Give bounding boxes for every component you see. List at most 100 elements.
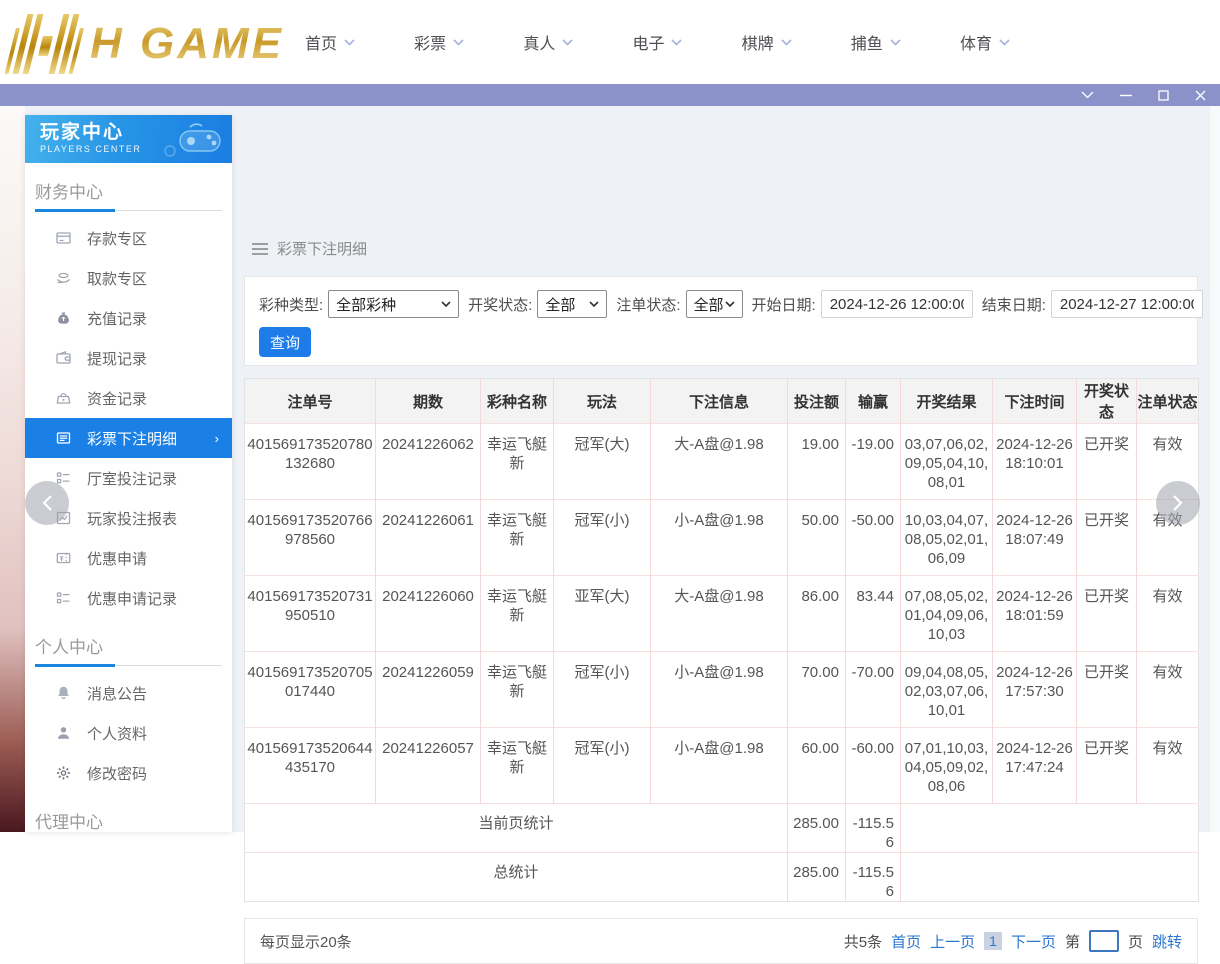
col-header: 开奖状态 <box>1076 378 1137 424</box>
sidebar-item-label: 资金记录 <box>87 390 148 408</box>
order-status-label: 注单状态: <box>616 296 681 314</box>
password-icon <box>54 765 72 781</box>
sidebar-item-promo-apply-record[interactable]: 优惠申请记录 <box>25 578 232 618</box>
summary-label: 当前页统计 <box>478 815 554 832</box>
nav-label: 捕鱼 <box>850 36 883 53</box>
cell-period: 20241226059 <box>375 651 481 728</box>
cell-bet-amount: 50.00 <box>787 499 846 576</box>
col-header: 下注时间 <box>992 378 1077 424</box>
logo-bars-icon <box>4 14 88 74</box>
window-maximize-icon[interactable] <box>1158 89 1169 101</box>
cell-bet-amount: 86.00 <box>787 575 846 652</box>
table-row: 401569173520705017440 20241226059 幸运飞艇新 … <box>244 651 1199 728</box>
nav-item-slots[interactable]: 电子 <box>632 30 683 54</box>
col-header: 玩法 <box>553 378 651 424</box>
sidebar-item-recharge-record[interactable]: 充值记录 <box>25 298 232 338</box>
order-status-select[interactable]: 全部 <box>685 290 743 318</box>
nav-item-fishing[interactable]: 捕鱼 <box>851 30 901 54</box>
sidebar-item-label: 彩票下注明细 <box>87 430 178 448</box>
chevron-right-icon: › <box>214 430 219 446</box>
next-page-link[interactable]: 下一页 <box>1011 931 1056 952</box>
col-header: 彩种名称 <box>480 378 554 424</box>
app-area: 玩家中心 PLAYERS CENTER 财务中心 存款专区 取款专区 充值记录 … <box>0 106 1220 964</box>
end-date-input[interactable] <box>1050 290 1203 318</box>
sidebar-item-label: 充值记录 <box>87 310 148 328</box>
nav-label: 棋牌 <box>741 36 774 53</box>
col-header: 下注信息 <box>650 378 788 424</box>
sidebar-item-funds-record[interactable]: 资金记录 <box>25 378 232 418</box>
cell-winloss: -70.00 <box>845 651 901 728</box>
table-header-row: 注单号 期数 彩种名称 玩法 下注信息 投注额 输赢 开奖结果 下注时间 开奖状… <box>244 378 1199 424</box>
bets-table: 注单号 期数 彩种名称 玩法 下注信息 投注额 输赢 开奖结果 下注时间 开奖状… <box>244 378 1199 902</box>
draw-status-value: 全部 <box>545 296 576 314</box>
jump-button[interactable]: 跳转 <box>1152 931 1182 952</box>
chevron-down-icon <box>562 38 573 46</box>
window-close-icon[interactable] <box>1195 90 1206 101</box>
cell-bet-amount: 19.00 <box>787 423 846 500</box>
site-header: H GAME 首页 彩票 真人 电子 棋牌 捕鱼 体育 <box>0 0 1220 84</box>
nav-label: 电子 <box>632 36 665 53</box>
withdrawal-record-icon <box>54 350 72 366</box>
sidebar-item-promo-apply[interactable]: 优惠申请 <box>25 538 232 578</box>
site-logo[interactable]: H GAME <box>4 8 284 74</box>
nav-item-lottery[interactable]: 彩票 <box>414 30 464 54</box>
sidebar-item-withdraw[interactable]: 取款专区 <box>25 258 232 298</box>
summary-bet-total: 285.00 <box>787 852 846 902</box>
chevron-down-icon <box>781 38 792 46</box>
nav-item-home[interactable]: 首页 <box>305 30 355 54</box>
promo-apply-record-icon <box>54 590 72 606</box>
cell-order-no: 401569173520780132680 <box>247 436 373 472</box>
chevron-down-icon <box>453 38 464 46</box>
logo-text: H GAME <box>90 14 284 74</box>
lottery-bet-detail-icon <box>54 430 72 446</box>
sidebar-item-withdrawal-record[interactable]: 提现记录 <box>25 338 232 378</box>
sidebar-item-lottery-bet-details[interactable]: 彩票下注明细 › <box>25 418 232 458</box>
nav-item-live[interactable]: 真人 <box>523 30 573 54</box>
window-dropdown-icon[interactable] <box>1081 91 1094 99</box>
scrollbar-track[interactable] <box>1210 106 1220 832</box>
window-minimize-icon[interactable] <box>1120 94 1132 97</box>
section-title-agent: 代理中心 <box>35 813 103 832</box>
col-header: 注单号 <box>244 378 376 424</box>
summary-label: 总统计 <box>493 864 539 881</box>
sidebar-item-deposit[interactable]: 存款专区 <box>25 218 232 258</box>
cell-winloss: -19.00 <box>845 423 901 500</box>
cell-play: 冠军(小) <box>553 499 651 576</box>
deposit-icon <box>54 230 72 246</box>
cell-winloss: -60.00 <box>845 727 901 804</box>
section-divider <box>35 664 222 667</box>
sidebar-item-profile[interactable]: 个人资料 <box>25 713 232 753</box>
lottery-type-select[interactable]: 全部彩种 <box>328 290 460 318</box>
cell-order-no: 401569173520705017440 <box>247 664 373 700</box>
prev-page-link[interactable]: 上一页 <box>930 931 975 952</box>
jump-page-input[interactable] <box>1088 930 1119 952</box>
draw-status-label: 开奖状态: <box>468 296 533 314</box>
cell-order-no: 401569173520644435170 <box>247 740 373 776</box>
query-button[interactable]: 查询 <box>259 327 311 357</box>
sidebar-item-messages[interactable]: 消息公告 <box>25 673 232 713</box>
chevron-down-icon <box>724 301 735 307</box>
nav-item-sports[interactable]: 体育 <box>960 30 1010 54</box>
summary-row-grand-total: 总统计 285.00 -115.56 <box>244 852 1199 902</box>
cell-play: 冠军(大) <box>553 423 651 500</box>
draw-status-select[interactable]: 全部 <box>537 290 608 318</box>
page-title: 彩票下注明细 <box>277 241 368 258</box>
chevron-down-icon <box>344 38 355 46</box>
cell-winloss: -50.00 <box>845 499 901 576</box>
bets-table-wrap: 注单号 期数 彩种名称 玩法 下注信息 投注额 输赢 开奖结果 下注时间 开奖状… <box>244 378 1199 902</box>
first-page-link[interactable]: 首页 <box>891 931 921 952</box>
cell-draw-status: 已开奖 <box>1076 575 1137 652</box>
carousel-left-button[interactable] <box>25 481 69 525</box>
cell-bet-amount: 70.00 <box>787 651 846 728</box>
hamburger-icon[interactable] <box>252 242 268 255</box>
nav-label: 首页 <box>305 36 338 53</box>
carousel-right-button[interactable] <box>1156 481 1200 525</box>
cell-period: 20241226062 <box>375 423 481 500</box>
start-date-input[interactable] <box>820 290 973 318</box>
sidebar-item-label: 个人资料 <box>87 725 148 743</box>
nav-item-board-games[interactable]: 棋牌 <box>742 30 792 54</box>
sidebar-item-change-password[interactable]: 修改密码 <box>25 753 232 793</box>
total-count: 共5条 <box>843 933 883 951</box>
current-page-badge[interactable]: 1 <box>984 932 1002 950</box>
recharge-record-icon <box>54 310 72 326</box>
